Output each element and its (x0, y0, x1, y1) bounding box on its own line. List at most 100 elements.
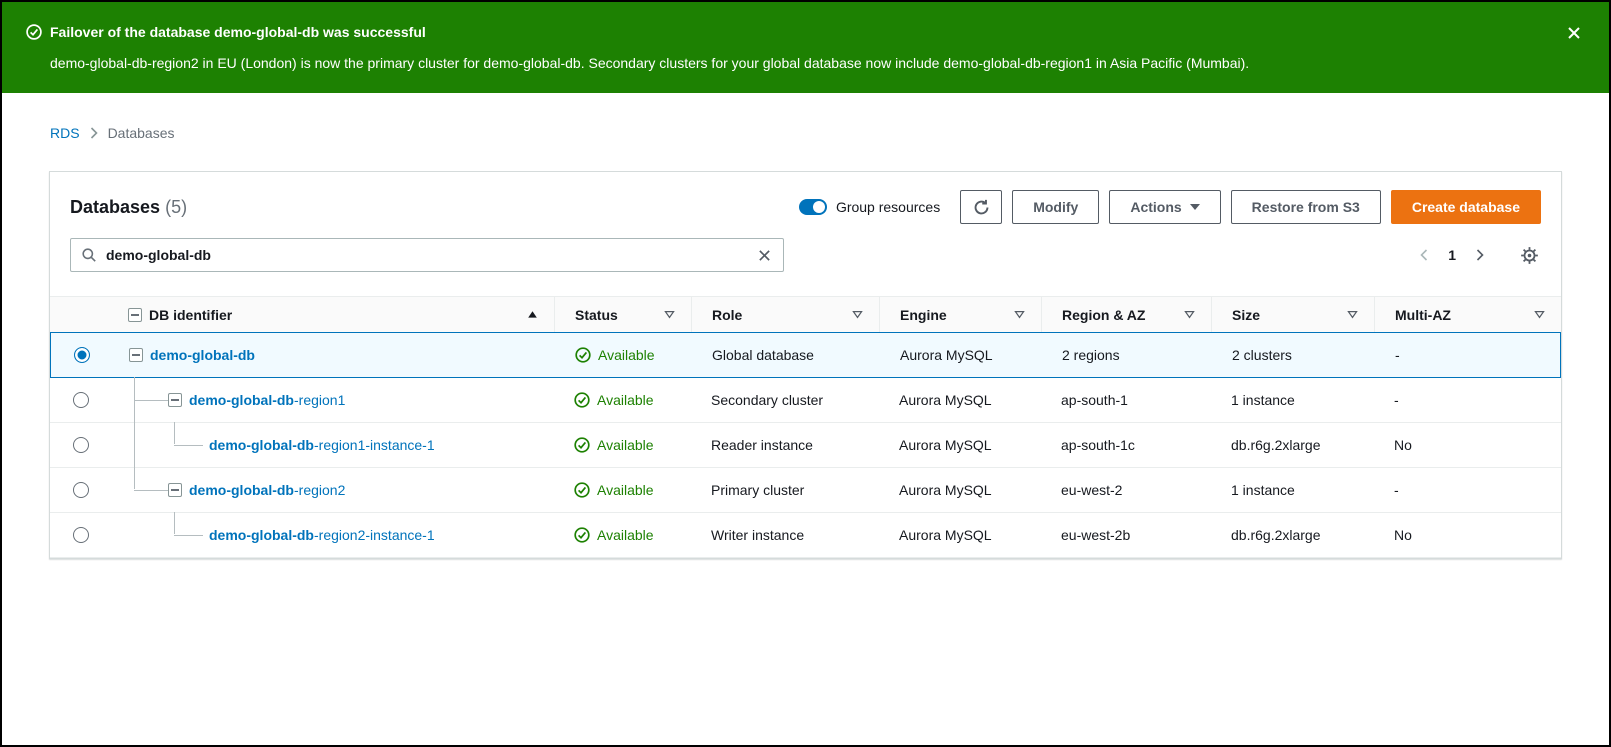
multi-az-cell: No (1374, 437, 1561, 453)
select-column-header (50, 297, 111, 332)
banner-message: demo-global-db-region2 in EU (London) is… (50, 53, 1585, 73)
row-collapse-toggle[interactable] (168, 483, 182, 497)
status-cell: Available (554, 482, 691, 498)
row-radio-button[interactable] (74, 347, 90, 363)
panel-title: Databases (5) (70, 197, 187, 218)
col-label-region-az: Region & AZ (1062, 307, 1145, 323)
col-label-size: Size (1232, 307, 1260, 323)
table-header-row: DB identifier Status Role Engine Region … (50, 296, 1561, 333)
size-cell: db.r6g.2xlarge (1211, 527, 1374, 543)
db-table-row[interactable]: demo-global-db-region1 Available Secondary… (50, 378, 1561, 423)
filter-caret-icon[interactable] (852, 310, 863, 319)
db-identifier-link[interactable]: demo-global-db (150, 347, 255, 363)
filter-caret-icon[interactable] (1347, 310, 1358, 319)
table-preferences-button[interactable] (1518, 244, 1541, 267)
filter-caret-icon[interactable] (1014, 310, 1025, 319)
sort-ascending-icon[interactable] (527, 310, 538, 319)
current-page-number[interactable]: 1 (1448, 247, 1456, 263)
restore-from-s3-button[interactable]: Restore from S3 (1231, 190, 1381, 224)
tree-elbow-line (134, 400, 168, 401)
gear-icon (1520, 246, 1539, 265)
engine-cell: Aurora MySQL (879, 482, 1041, 498)
chevron-right-icon (1476, 249, 1484, 261)
search-icon (81, 247, 97, 263)
search-input[interactable] (106, 247, 747, 263)
filter-caret-icon[interactable] (664, 310, 675, 319)
db-identifier-link[interactable]: demo-global-db-region1-instance-1 (209, 437, 435, 453)
region-az-cell: ap-south-1c (1041, 437, 1211, 453)
filter-caret-icon[interactable] (1184, 310, 1195, 319)
row-select-cell (50, 392, 111, 408)
status-cell: Available (554, 437, 691, 453)
breadcrumb-chevron-icon (90, 127, 98, 139)
clear-x-icon (758, 249, 771, 262)
row-select-cell (50, 527, 111, 543)
row-collapse-toggle[interactable] (168, 393, 182, 407)
db-identifier-cell: demo-global-db-region1 (111, 378, 554, 422)
db-table-row[interactable]: demo-global-db-region1-instance-1 Availab… (50, 423, 1561, 468)
breadcrumb: RDS Databases (2, 93, 1609, 141)
actions-menu-button[interactable]: Actions (1109, 190, 1220, 224)
group-resources-label: Group resources (836, 199, 940, 215)
breadcrumb-current: Databases (108, 125, 175, 141)
db-identifier-link[interactable]: demo-global-db-region1 (189, 392, 345, 408)
refresh-button[interactable] (960, 190, 1002, 224)
row-radio-button[interactable] (73, 482, 89, 498)
db-identifier-cell: demo-global-db-region2-instance-1 (111, 513, 554, 557)
status-text: Available (598, 347, 655, 363)
banner-close-button[interactable] (1563, 22, 1585, 47)
row-select-cell (50, 482, 111, 498)
search-clear-button[interactable] (756, 247, 773, 264)
db-table-row[interactable]: demo-global-db-region2AvailablePrimary c… (50, 468, 1561, 513)
filter-caret-icon[interactable] (1534, 310, 1545, 319)
col-label-db-identifier: DB identifier (149, 307, 232, 323)
create-database-label: Create database (1412, 199, 1520, 215)
row-radio-button[interactable] (73, 527, 89, 543)
size-cell: 1 instance (1211, 392, 1374, 408)
col-header-status[interactable]: Status (554, 297, 691, 332)
db-table-row[interactable]: demo-global-db-region2-instance-1Availab… (50, 513, 1561, 558)
role-cell: Global database (692, 347, 880, 363)
success-check-circle-icon (26, 24, 42, 40)
col-header-db-identifier[interactable]: DB identifier (111, 297, 554, 332)
status-text: Available (597, 482, 654, 498)
db-table-row[interactable]: demo-global-db Available Global databaseAu… (50, 332, 1561, 378)
status-available-icon (575, 347, 591, 363)
engine-cell: Aurora MySQL (880, 347, 1042, 363)
role-cell: Secondary cluster (691, 392, 879, 408)
modify-button[interactable]: Modify (1012, 190, 1099, 224)
status-text: Available (597, 392, 654, 408)
tree-guide-line (134, 422, 135, 468)
restore-label: Restore from S3 (1252, 199, 1360, 215)
modify-label: Modify (1033, 199, 1078, 215)
col-header-region-az[interactable]: Region & AZ (1041, 297, 1211, 332)
search-box (70, 238, 784, 272)
col-header-size[interactable]: Size (1211, 297, 1374, 332)
status-available-icon (574, 437, 590, 453)
group-resources-toggle[interactable] (799, 199, 827, 215)
status-cell: Available (554, 392, 691, 408)
col-header-engine[interactable]: Engine (879, 297, 1041, 332)
row-radio-button[interactable] (73, 392, 89, 408)
collapse-all-toggle[interactable] (128, 308, 142, 322)
previous-page-button[interactable] (1418, 247, 1430, 263)
role-cell: Writer instance (691, 527, 879, 543)
db-identifier-link[interactable]: demo-global-db-region2 (189, 482, 345, 498)
size-cell: db.r6g.2xlarge (1211, 437, 1374, 453)
tree-elbow-line (174, 535, 203, 536)
engine-cell: Aurora MySQL (879, 527, 1041, 543)
breadcrumb-rds-link[interactable]: RDS (50, 125, 80, 141)
region-az-cell: eu-west-2 (1041, 482, 1211, 498)
row-radio-button[interactable] (73, 437, 89, 453)
tree-elbow-line (134, 467, 135, 489)
create-database-button[interactable]: Create database (1391, 190, 1541, 224)
col-header-role[interactable]: Role (691, 297, 879, 332)
db-identifier-link[interactable]: demo-global-db-region2-instance-1 (209, 527, 435, 543)
next-page-button[interactable] (1474, 247, 1486, 263)
col-header-multi-az[interactable]: Multi-AZ (1374, 297, 1561, 332)
multi-az-cell: No (1374, 527, 1561, 543)
status-available-icon (574, 527, 590, 543)
status-available-icon (574, 392, 590, 408)
status-text: Available (597, 437, 654, 453)
row-collapse-toggle[interactable] (129, 348, 143, 362)
